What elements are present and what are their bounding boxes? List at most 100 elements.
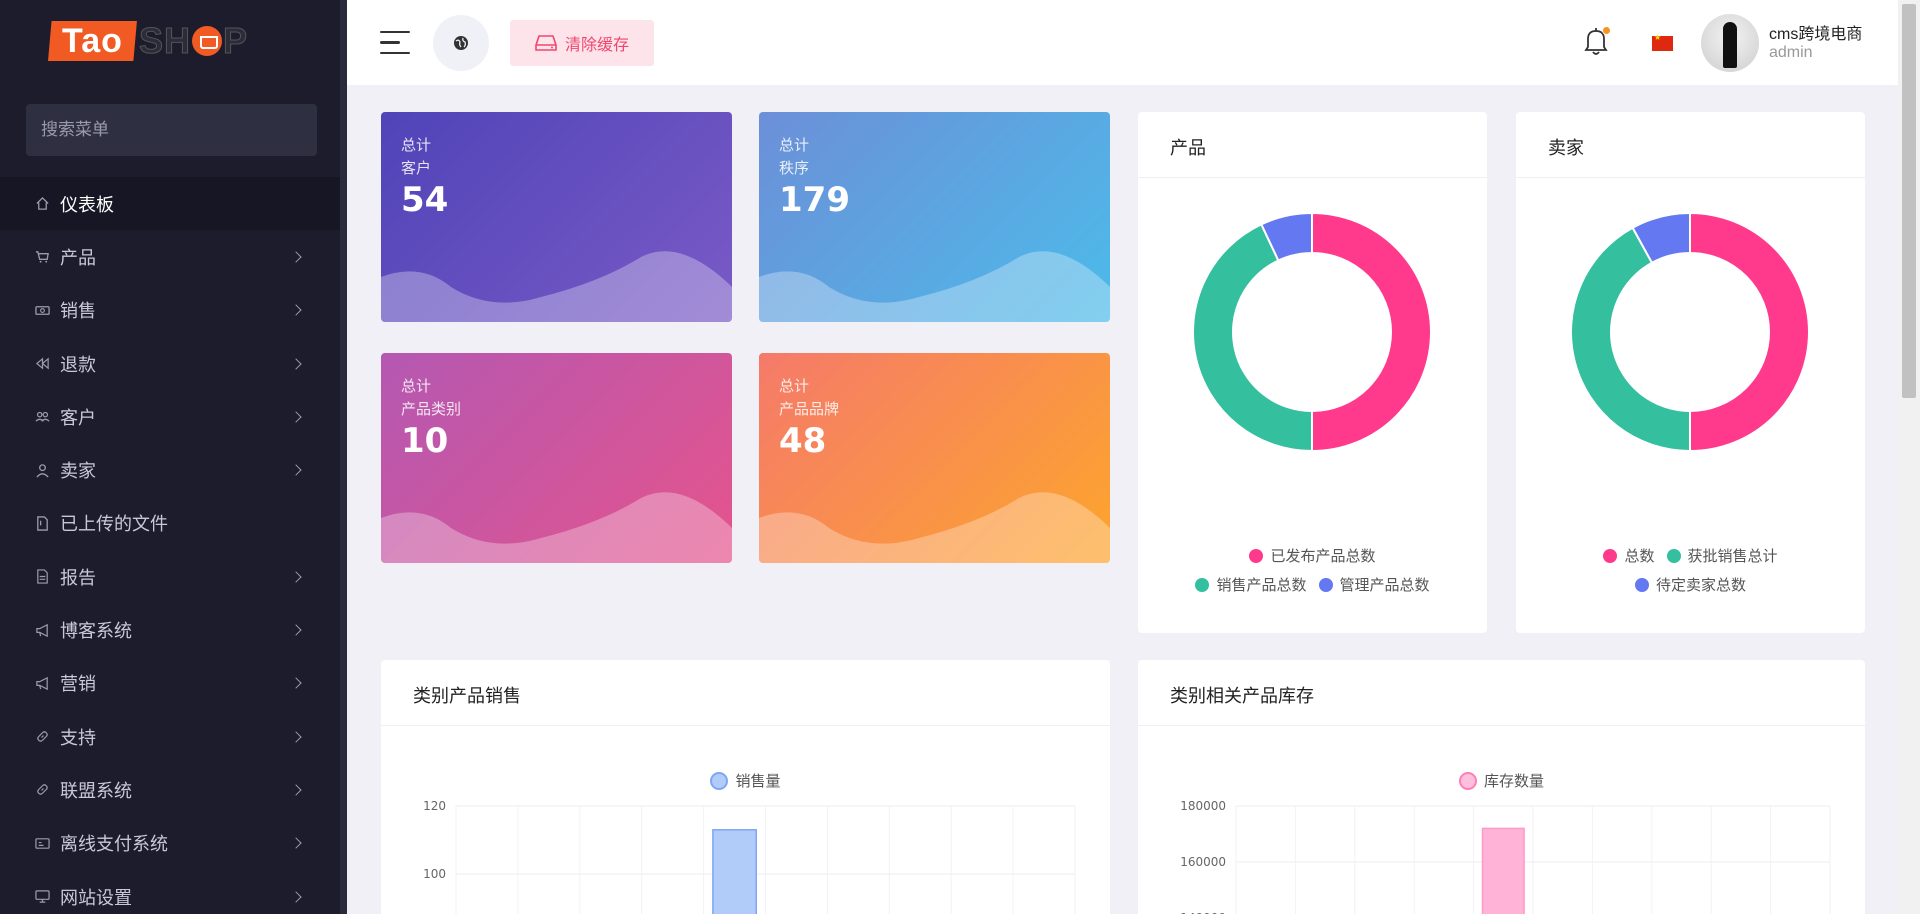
- notification-button[interactable]: [1583, 26, 1611, 58]
- user-icon: [34, 462, 50, 478]
- legend-label: 销售量: [735, 772, 781, 790]
- legend-dot: [1318, 577, 1333, 592]
- china-flag-icon[interactable]: [1652, 33, 1673, 51]
- sidebar: Tao SH P 搜索菜单 仪表板产品 销售退款客户卖家 已上传的文件报告博客系统营…: [0, 0, 347, 914]
- legend-item[interactable]: 销售产品总数: [1195, 574, 1307, 595]
- products-legend: 已发布产品总数: [1138, 545, 1487, 566]
- stat-card-orders[interactable]: 总计 秩序 179: [759, 112, 1110, 322]
- page-scrollbar-thumb[interactable]: [1902, 4, 1916, 398]
- hdd-icon: [535, 35, 557, 51]
- sidebar-item-label: 仪表板: [60, 194, 114, 216]
- clear-cache-button[interactable]: 清除缓存: [510, 20, 654, 66]
- user-role: admin: [1769, 44, 1813, 61]
- globe-button[interactable]: [433, 15, 489, 71]
- hamburger-menu-icon[interactable]: [380, 31, 410, 55]
- cart-logo-icon: [191, 26, 222, 56]
- wave-decoration: [759, 251, 1110, 322]
- logo-shop: SH P: [138, 20, 248, 62]
- chevron-right-icon: [290, 677, 302, 689]
- category-sales-panel: 类别产品销售 销售量 120 100: [381, 660, 1110, 914]
- clear-cache-label: 清除缓存: [564, 35, 629, 54]
- y-tick-label: 100: [423, 867, 446, 881]
- legend-label: 总数: [1624, 547, 1655, 565]
- stat-card-customers[interactable]: 总计 客户 54: [381, 112, 732, 322]
- legend-label: 获批销售总计: [1687, 547, 1778, 565]
- sellers-donut-chart: [1570, 211, 1810, 453]
- sidebar-item[interactable]: 报告: [0, 550, 340, 603]
- sidebar-item[interactable]: 营销: [0, 657, 340, 710]
- sidebar-item[interactable]: 离线支付系统: [0, 817, 340, 870]
- avatar[interactable]: [1701, 14, 1759, 72]
- donut-slice[interactable]: [1192, 222, 1313, 453]
- legend-item[interactable]: 已发布产品总数: [1249, 545, 1376, 566]
- divider: [1138, 177, 1487, 178]
- sidebar-item[interactable]: 已上传的文件: [0, 497, 340, 550]
- donut-slice[interactable]: [1311, 211, 1432, 453]
- sidebar-item[interactable]: 产品: [0, 230, 340, 283]
- panel-title: 类别产品销售: [413, 686, 521, 707]
- sidebar-item-label: 支持: [60, 727, 96, 749]
- legend-item[interactable]: 管理产品总数: [1318, 574, 1430, 595]
- sidebar-item[interactable]: 联盟系统: [0, 763, 340, 816]
- chevron-right-icon: [290, 624, 302, 636]
- sidebar-item-label: 报告: [60, 567, 96, 589]
- sidebar-item[interactable]: 仪表板: [0, 177, 340, 231]
- sidebar-item[interactable]: 销售: [0, 284, 340, 337]
- chart-legend[interactable]: 库存数量: [1138, 770, 1865, 791]
- stat-label: 客户: [401, 159, 432, 177]
- products-legend-row2: 销售产品总数 管理产品总数: [1138, 574, 1487, 595]
- chevron-right-icon: [290, 251, 302, 263]
- legend-dot: [1666, 548, 1681, 563]
- stat-card-brands[interactable]: 总计 产品品牌 48: [759, 353, 1110, 563]
- logo-tao: Tao: [48, 21, 137, 61]
- legend-dot: [1603, 548, 1618, 563]
- stat-card-categories[interactable]: 总计 产品类别 10: [381, 353, 732, 563]
- globe-icon: [454, 36, 468, 50]
- top-header: 清除缓存 cms跨境电商 admin: [347, 0, 1898, 85]
- legend-label: 销售产品总数: [1216, 576, 1307, 594]
- donut-slice[interactable]: [1689, 211, 1810, 453]
- logo-shop-end: P: [222, 20, 248, 62]
- sidebar-item[interactable]: 博客系统: [0, 603, 340, 656]
- sidebar-item[interactable]: 网站设置: [0, 870, 340, 914]
- link-icon: [34, 729, 50, 745]
- logo-shop-start: SH: [138, 20, 191, 62]
- sidebar-item-label: 退款: [60, 354, 96, 376]
- stat-value: 179: [779, 180, 850, 220]
- sidebar-item-label: 营销: [60, 674, 96, 696]
- donut-slice[interactable]: [1570, 226, 1691, 453]
- legend-item[interactable]: 总数: [1603, 545, 1655, 566]
- page-scrollbar[interactable]: [1898, 0, 1920, 914]
- sidebar-item[interactable]: 支持: [0, 710, 340, 763]
- legend-item[interactable]: 获批销售总计: [1666, 545, 1778, 566]
- stat-value: 54: [401, 180, 449, 220]
- megaphone-icon: [34, 622, 50, 638]
- sidebar-item[interactable]: 卖家: [0, 443, 340, 496]
- bar[interactable]: [1481, 827, 1525, 914]
- sidebar-item-label: 客户: [60, 407, 96, 429]
- divider: [381, 725, 1110, 726]
- wave-decoration: [381, 492, 732, 563]
- menu-search-input[interactable]: 搜索菜单: [26, 104, 317, 156]
- backward-icon: [34, 356, 50, 372]
- sidebar-item-label: 网站设置: [60, 887, 132, 909]
- y-tick-label: 160000: [1180, 855, 1226, 869]
- legend-item[interactable]: 待定卖家总数: [1634, 574, 1746, 595]
- sellers-legend-row2: 待定卖家总数: [1516, 574, 1865, 595]
- sellers-legend: 总数 获批销售总计: [1516, 545, 1865, 566]
- link-icon: [34, 782, 50, 798]
- sidebar-item[interactable]: 退款: [0, 337, 340, 390]
- stat-value: 48: [779, 421, 827, 461]
- bar[interactable]: [712, 829, 757, 914]
- logo[interactable]: Tao SH P: [48, 20, 248, 62]
- legend-label: 已发布产品总数: [1270, 547, 1376, 565]
- category-stock-panel: 类别相关产品库存 库存数量 180000160000140000: [1138, 660, 1865, 914]
- sidebar-scrollbar[interactable]: [340, 0, 347, 914]
- category-sales-bar-chart: 120 100: [423, 799, 1076, 914]
- sidebar-item[interactable]: 客户: [0, 390, 340, 443]
- megaphone-icon: [34, 675, 50, 691]
- chart-legend[interactable]: 销售量: [381, 770, 1110, 791]
- home-icon: [34, 196, 50, 212]
- user-name[interactable]: cms跨境电商: [1769, 20, 1862, 44]
- legend-dot: [710, 771, 729, 790]
